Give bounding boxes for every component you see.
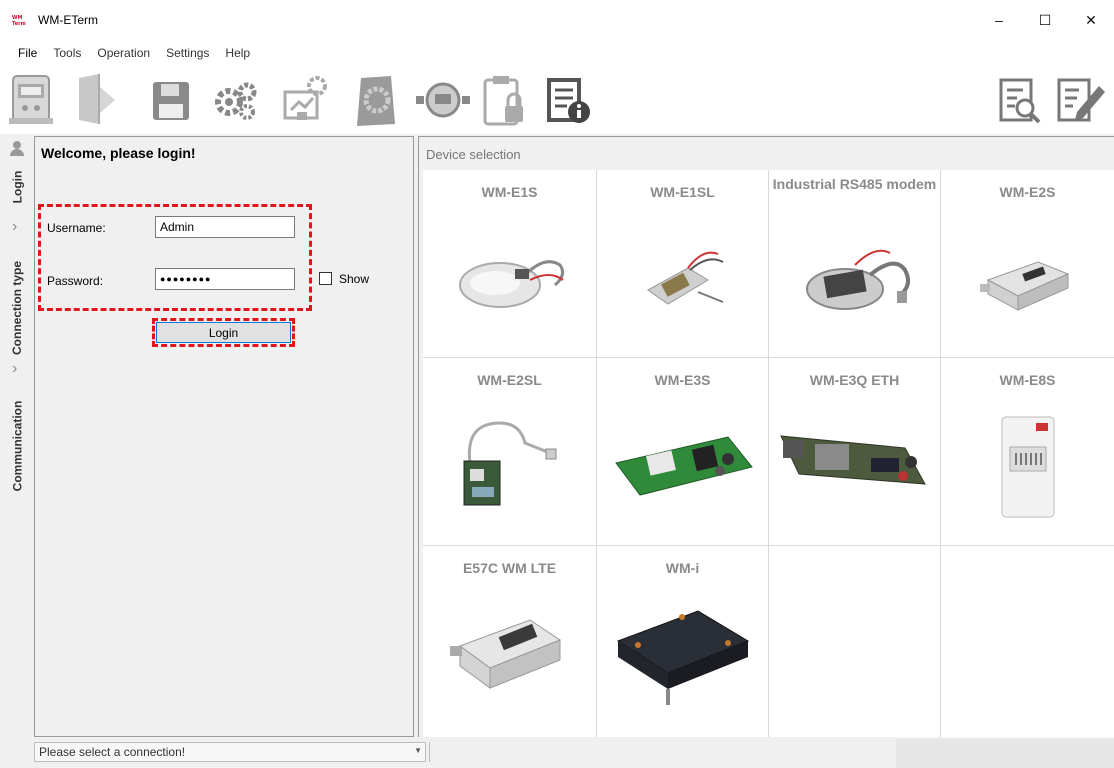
tab-login-label: Login xyxy=(10,170,24,204)
menu-operation[interactable]: Operation xyxy=(97,46,150,60)
document-edit-icon[interactable] xyxy=(1050,70,1108,130)
minimize-button[interactable]: – xyxy=(976,0,1022,40)
username-label: Username: xyxy=(47,221,106,235)
tab-login[interactable]: Login xyxy=(0,138,34,208)
configure-device-icon[interactable] xyxy=(276,70,334,130)
device-tile-wm-e1sl[interactable]: WM-E1SL xyxy=(597,170,769,358)
tab-connection-type-label: Connection type xyxy=(10,260,25,356)
status-bar: Please select a connection! ▼ xyxy=(0,737,1114,768)
device-image xyxy=(941,408,1114,528)
firmware-update-icon[interactable] xyxy=(346,70,404,130)
device-selection-panel: Device selection WM-E1S WM-E1SL Industri… xyxy=(418,136,1114,738)
document-info-icon[interactable] xyxy=(540,70,598,130)
chevron-right-icon: › xyxy=(12,360,18,377)
login-button[interactable]: Login xyxy=(156,322,291,343)
locked-clipboard-icon[interactable] xyxy=(474,70,532,130)
menu-tools[interactable]: Tools xyxy=(53,46,81,60)
status-progress-area xyxy=(896,739,1114,768)
device-name: WM-E8S xyxy=(999,372,1056,388)
maximize-button[interactable]: ☐ xyxy=(1022,0,1068,40)
device-name: WM-E1SL xyxy=(650,184,715,200)
device-image xyxy=(597,596,768,716)
menu-settings[interactable]: Settings xyxy=(166,46,209,60)
folder-open-icon[interactable] xyxy=(66,70,124,130)
empty-tile xyxy=(941,546,1114,738)
side-tabs: Login › Connection type › Communication xyxy=(0,136,34,736)
show-password-label: Show xyxy=(339,272,370,286)
device-image xyxy=(423,596,596,716)
connection-status-text: Please select a connection! xyxy=(39,745,186,759)
tab-communication-label: Communication xyxy=(10,400,25,492)
menu-help[interactable]: Help xyxy=(225,46,250,60)
device-tile-industrial-rs485-modem[interactable]: Industrial RS485 modem xyxy=(769,170,941,358)
menu-bar: File Tools Operation Settings Help xyxy=(0,40,1114,66)
device-image xyxy=(423,408,596,528)
window-title: WM-ETerm xyxy=(38,13,98,27)
device-tile-wm-e8s[interactable]: WM-E8S xyxy=(941,358,1114,546)
user-icon xyxy=(10,141,24,156)
show-password-checkbox[interactable] xyxy=(319,272,332,285)
meter-icon[interactable] xyxy=(2,70,60,130)
tab-connection-type[interactable]: › Connection type xyxy=(0,216,34,366)
settings-gears-icon[interactable] xyxy=(206,70,264,130)
device-tile-wm-e2s[interactable]: WM-E2S xyxy=(941,170,1114,358)
login-title: Welcome, please login! xyxy=(41,145,196,161)
device-name: WM-E2S xyxy=(999,184,1056,200)
password-input[interactable]: ●●●●●●●● xyxy=(155,268,295,290)
device-name: WM-i xyxy=(665,560,700,576)
save-icon[interactable] xyxy=(140,70,198,130)
connection-status-combo[interactable]: Please select a connection! ▼ xyxy=(34,742,426,762)
device-name: WM-E1S xyxy=(481,184,538,200)
device-name: WM-E3S xyxy=(654,372,711,388)
username-input[interactable]: Admin xyxy=(155,216,295,238)
menu-file[interactable]: File xyxy=(18,46,37,60)
toolbar xyxy=(0,66,1114,134)
meter-connection-icon[interactable] xyxy=(414,70,472,130)
device-name: WM-E2SL xyxy=(477,372,542,388)
device-name: WM-E3Q ETH xyxy=(809,372,900,388)
device-image xyxy=(941,220,1114,340)
password-label: Password: xyxy=(47,274,104,288)
device-grid: WM-E1S WM-E1SL Industrial RS485 modem WM… xyxy=(423,170,1114,738)
device-tile-wm-e1s[interactable]: WM-E1S xyxy=(423,170,597,358)
device-tile-wm-i[interactable]: WM-i xyxy=(597,546,769,738)
title-bar: WM Term WM-ETerm – ☐ ✕ xyxy=(0,0,1114,40)
device-image xyxy=(423,220,596,340)
chevron-right-icon: › xyxy=(12,218,18,235)
device-image xyxy=(769,220,940,340)
device-tile-wm-e3q-eth[interactable]: WM-E3Q ETH xyxy=(769,358,941,546)
device-image xyxy=(597,220,768,340)
close-button[interactable]: ✕ xyxy=(1068,0,1114,40)
device-tile-wm-e2sl[interactable]: WM-E2SL xyxy=(423,358,597,546)
device-tile-wm-e3s[interactable]: WM-E3S xyxy=(597,358,769,546)
device-tile-e57c-wm-lte[interactable]: E57C WM LTE xyxy=(423,546,597,738)
device-image xyxy=(769,408,940,528)
tab-communication[interactable]: › Communication xyxy=(0,358,34,500)
chevron-down-icon: ▼ xyxy=(414,746,422,755)
status-separator xyxy=(429,742,430,762)
login-panel: Welcome, please login! Username: Admin P… xyxy=(34,136,414,737)
document-search-icon[interactable] xyxy=(990,70,1048,130)
device-name: Industrial RS485 modem xyxy=(772,176,937,192)
app-window: WM Term WM-ETerm – ☐ ✕ File Tools Operati… xyxy=(0,0,1114,768)
app-logo-icon: WM Term xyxy=(12,13,30,27)
device-selection-title: Device selection xyxy=(426,147,521,162)
device-name: E57C WM LTE xyxy=(462,560,557,576)
empty-tile xyxy=(769,546,941,738)
svg-text:Term: Term xyxy=(12,21,26,26)
device-image xyxy=(597,408,768,528)
